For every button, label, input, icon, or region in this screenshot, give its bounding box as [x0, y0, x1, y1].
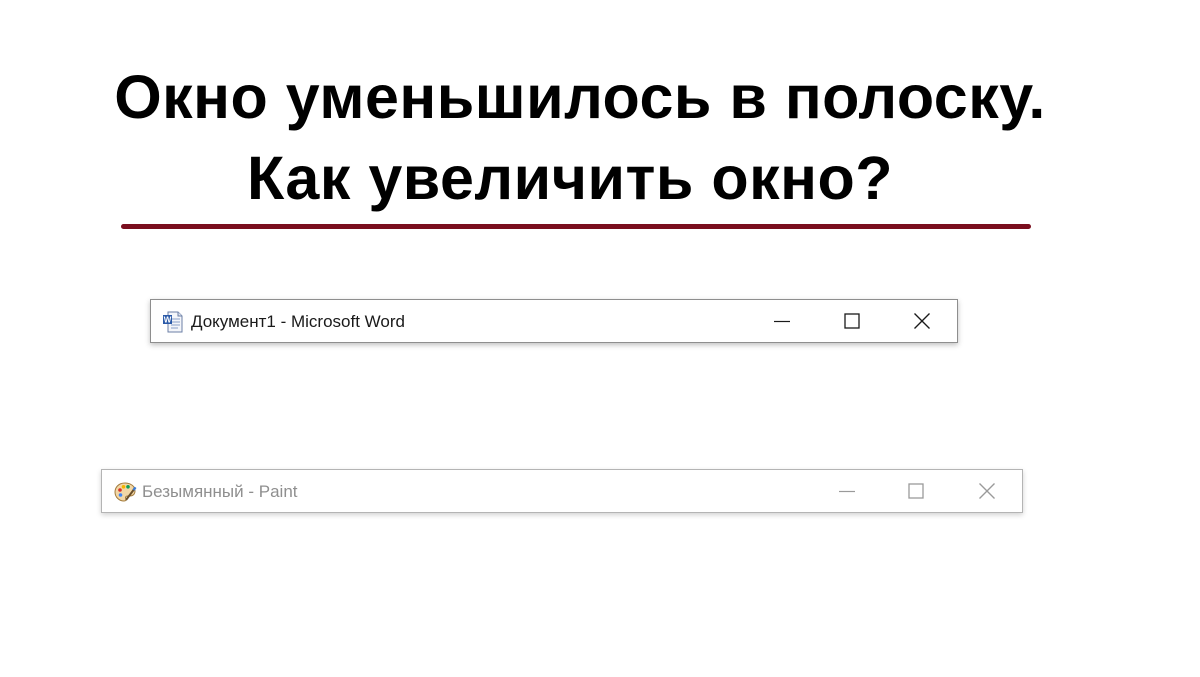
headline-line-1: Окно уменьшилось в полоску.: [114, 63, 1046, 131]
maximize-icon: [844, 313, 860, 329]
word-document-icon: W: [162, 310, 186, 334]
minimize-icon: [774, 320, 790, 323]
svg-text:W: W: [164, 315, 172, 324]
window-title: Документ1 - Microsoft Word: [191, 312, 405, 331]
maximize-button[interactable]: [893, 470, 939, 512]
window-title: Безымянный - Paint: [142, 482, 298, 501]
minimize-icon: [839, 490, 855, 493]
headline-line-2: Как увеличить окно?: [246, 144, 894, 212]
minimize-button[interactable]: [759, 300, 805, 342]
minimize-button[interactable]: [824, 470, 870, 512]
paint-window-titlebar[interactable]: Безымянный - Paint: [101, 469, 1023, 513]
close-button[interactable]: [899, 300, 945, 342]
word-window-titlebar[interactable]: W Документ1 - Microsoft Word: [150, 299, 958, 343]
close-icon: [914, 313, 930, 329]
headline-underline: [121, 224, 1031, 229]
maximize-icon: [908, 483, 924, 499]
maximize-button[interactable]: [829, 300, 875, 342]
close-icon: [979, 483, 995, 499]
close-button[interactable]: [964, 470, 1010, 512]
paint-palette-icon: [113, 480, 137, 504]
